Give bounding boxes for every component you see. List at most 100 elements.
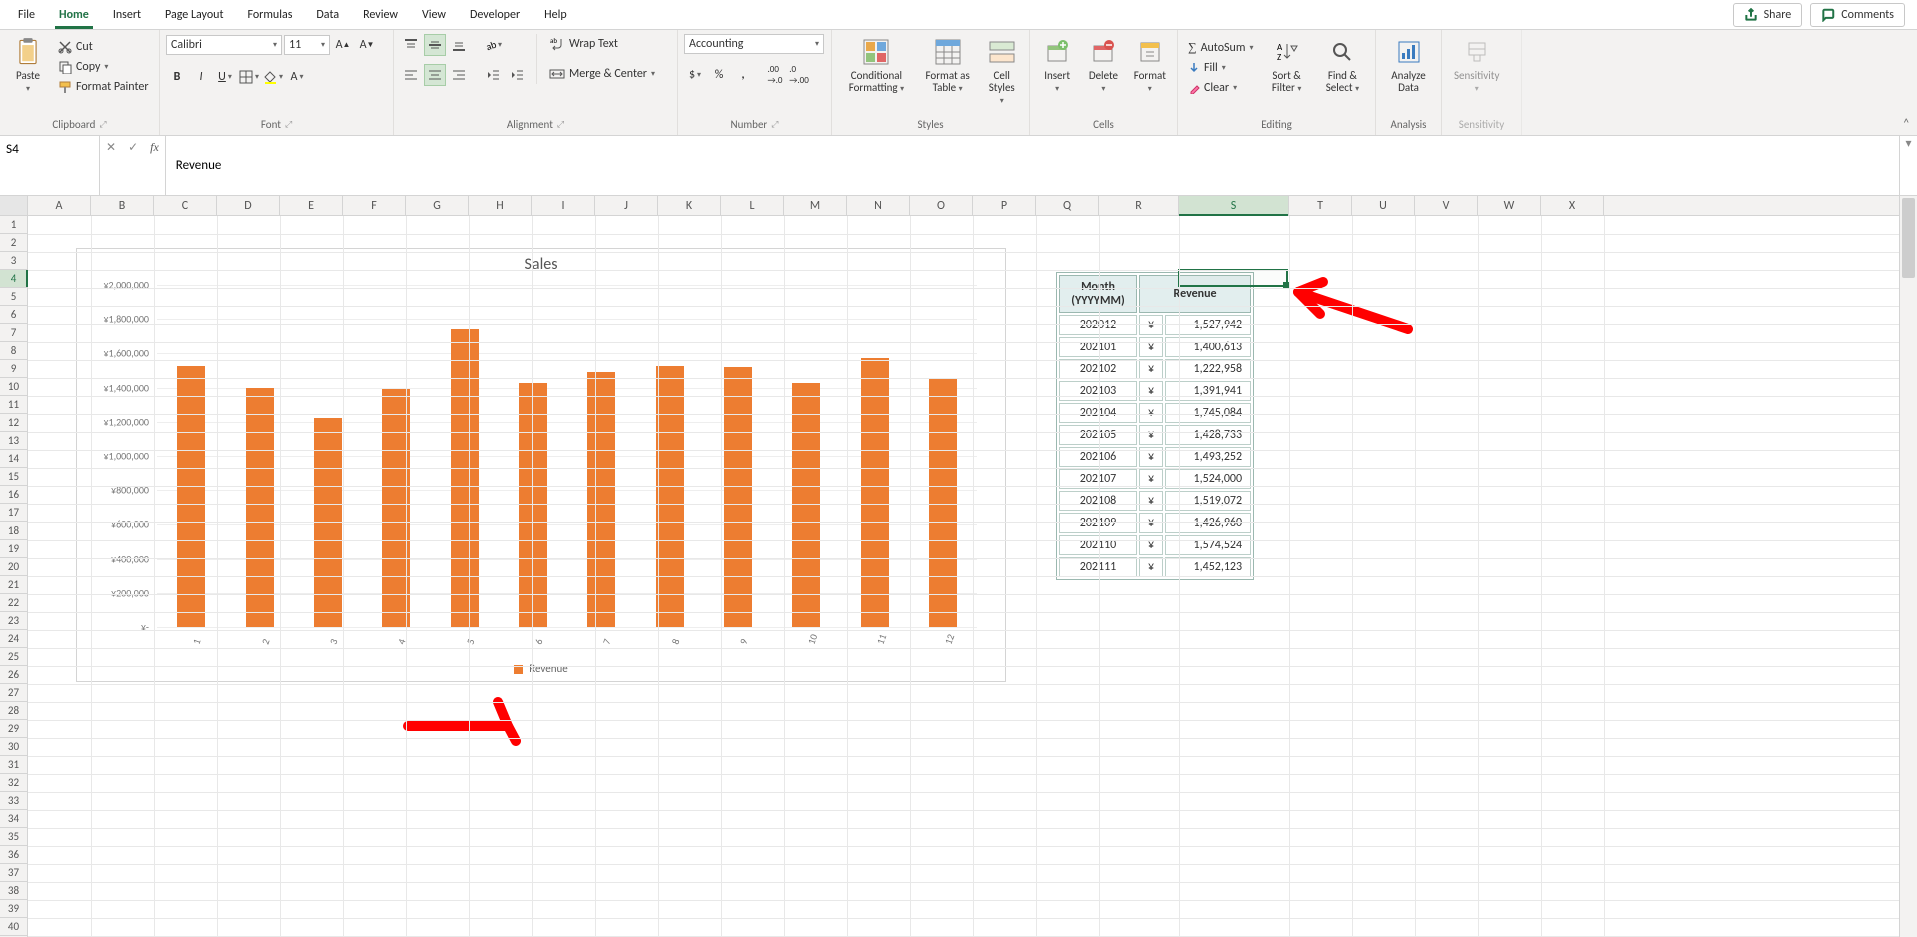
row-header-38[interactable]: 38 — [0, 882, 27, 900]
tab-formulas[interactable]: Formulas — [235, 2, 304, 28]
orientation-button[interactable]: ab▾ — [482, 34, 504, 56]
row-header-14[interactable]: 14 — [0, 450, 27, 468]
tab-file[interactable]: File — [6, 2, 47, 28]
col-header-X[interactable]: X — [1541, 196, 1604, 215]
col-header-E[interactable]: E — [280, 196, 343, 215]
format-painter-button[interactable]: Format Painter — [54, 78, 153, 96]
col-header-V[interactable]: V — [1415, 196, 1478, 215]
row-header-33[interactable]: 33 — [0, 792, 27, 810]
col-header-I[interactable]: I — [532, 196, 595, 215]
table-header-month[interactable]: Month(YYYYMM) — [1059, 275, 1137, 313]
row-header-25[interactable]: 25 — [0, 648, 27, 666]
tab-view[interactable]: View — [410, 2, 458, 28]
tab-help[interactable]: Help — [532, 2, 579, 28]
row-header-9[interactable]: 9 — [0, 360, 27, 378]
table-row[interactable]: 202109¥1,426,960 — [1059, 513, 1251, 533]
borders-button[interactable]: ▾ — [238, 66, 260, 88]
conditional-formatting-button[interactable]: Conditional Formatting ▾ — [838, 34, 915, 96]
chart-bar-7[interactable] — [587, 372, 615, 627]
col-header-M[interactable]: M — [784, 196, 847, 215]
row-header-13[interactable]: 13 — [0, 432, 27, 450]
col-header-W[interactable]: W — [1478, 196, 1541, 215]
col-header-U[interactable]: U — [1352, 196, 1415, 215]
accounting-format-button[interactable]: $▾ — [684, 64, 706, 86]
font-size-combo[interactable]: 11▾ — [284, 35, 330, 55]
table-row[interactable]: 202103¥1,391,941 — [1059, 381, 1251, 401]
row-header-35[interactable]: 35 — [0, 828, 27, 846]
row-header-30[interactable]: 30 — [0, 738, 27, 756]
row-header-4[interactable]: 4 — [0, 270, 27, 288]
tab-page-layout[interactable]: Page Layout — [153, 2, 235, 28]
decrease-indent-button[interactable] — [482, 64, 504, 86]
chart-bar-10[interactable] — [792, 383, 820, 627]
wrap-text-button[interactable]: abWrap Text — [545, 34, 659, 54]
col-header-G[interactable]: G — [406, 196, 469, 215]
sort-filter-button[interactable]: AZSort & Filter ▾ — [1261, 34, 1311, 96]
row-header-17[interactable]: 17 — [0, 504, 27, 522]
bold-button[interactable]: B — [166, 66, 188, 88]
col-header-P[interactable]: P — [973, 196, 1036, 215]
cell-styles-button[interactable]: Cell Styles ▾ — [980, 34, 1023, 108]
align-middle-button[interactable] — [424, 34, 446, 56]
number-format-combo[interactable]: Accounting▾ — [684, 34, 824, 54]
increase-font-button[interactable]: A▲ — [332, 34, 354, 56]
row-header-15[interactable]: 15 — [0, 468, 27, 486]
number-launcher[interactable]: ⤢ — [771, 119, 778, 130]
col-header-L[interactable]: L — [721, 196, 784, 215]
table-row[interactable]: 202110¥1,574,524 — [1059, 535, 1251, 555]
cancel-formula-icon[interactable]: ✕ — [106, 140, 116, 155]
tab-insert[interactable]: Insert — [101, 2, 153, 28]
row-header-20[interactable]: 20 — [0, 558, 27, 576]
col-header-K[interactable]: K — [658, 196, 721, 215]
tab-review[interactable]: Review — [351, 2, 410, 28]
expand-formula-bar-button[interactable]: ▾ — [1899, 136, 1917, 195]
table-row[interactable]: 202105¥1,428,733 — [1059, 425, 1251, 445]
autosum-button[interactable]: ∑AutoSum ▾ — [1184, 38, 1257, 57]
underline-button[interactable]: U▾ — [214, 66, 236, 88]
sensitivity-button[interactable]: Sensitivity▾ — [1448, 34, 1505, 96]
table-row[interactable]: 202104¥1,745,084 — [1059, 403, 1251, 423]
table-row[interactable]: 202111¥1,452,123 — [1059, 557, 1251, 577]
row-header-21[interactable]: 21 — [0, 576, 27, 594]
align-left-button[interactable] — [400, 64, 422, 86]
delete-cells-button[interactable]: Delete▾ — [1082, 34, 1124, 96]
row-header-23[interactable]: 23 — [0, 612, 27, 630]
name-box[interactable] — [0, 136, 100, 195]
italic-button[interactable]: I — [190, 66, 212, 88]
row-header-32[interactable]: 32 — [0, 774, 27, 792]
row-header-19[interactable]: 19 — [0, 540, 27, 558]
row-header-5[interactable]: 5 — [0, 288, 27, 306]
comma-button[interactable]: , — [732, 64, 754, 86]
chart-bar-5[interactable] — [451, 329, 479, 627]
align-center-button[interactable] — [424, 64, 446, 86]
row-header-10[interactable]: 10 — [0, 378, 27, 396]
align-right-button[interactable] — [448, 64, 470, 86]
col-header-Q[interactable]: Q — [1036, 196, 1099, 215]
col-header-H[interactable]: H — [469, 196, 532, 215]
col-header-N[interactable]: N — [847, 196, 910, 215]
fx-icon[interactable]: fx — [150, 140, 159, 155]
merge-center-button[interactable]: Merge & Center ▾ — [545, 64, 659, 84]
fill-color-button[interactable]: ▾ — [262, 66, 284, 88]
percent-button[interactable]: % — [708, 64, 730, 86]
font-color-button[interactable]: A▾ — [286, 66, 308, 88]
row-header-8[interactable]: 8 — [0, 342, 27, 360]
row-header-2[interactable]: 2 — [0, 234, 27, 252]
increase-indent-button[interactable] — [506, 64, 528, 86]
row-header-39[interactable]: 39 — [0, 900, 27, 918]
col-header-F[interactable]: F — [343, 196, 406, 215]
table-row[interactable]: 202108¥1,519,072 — [1059, 491, 1251, 511]
row-header-40[interactable]: 40 — [0, 918, 27, 936]
find-select-button[interactable]: Find & Select ▾ — [1316, 34, 1369, 96]
chart-bar-2[interactable] — [246, 388, 274, 628]
insert-cells-button[interactable]: Insert▾ — [1036, 34, 1078, 96]
col-header-A[interactable]: A — [28, 196, 91, 215]
row-header-29[interactable]: 29 — [0, 720, 27, 738]
tab-home[interactable]: Home — [47, 2, 101, 28]
enter-formula-icon[interactable]: ✓ — [128, 140, 138, 155]
row-header-31[interactable]: 31 — [0, 756, 27, 774]
decrease-decimal-button[interactable]: .0→.00 — [788, 64, 810, 86]
increase-decimal-button[interactable]: .00→.0 — [764, 64, 786, 86]
row-header-1[interactable]: 1 — [0, 216, 27, 234]
revenue-table[interactable]: Month(YYYYMM)Revenue202012¥1,527,9422021… — [1056, 272, 1254, 580]
